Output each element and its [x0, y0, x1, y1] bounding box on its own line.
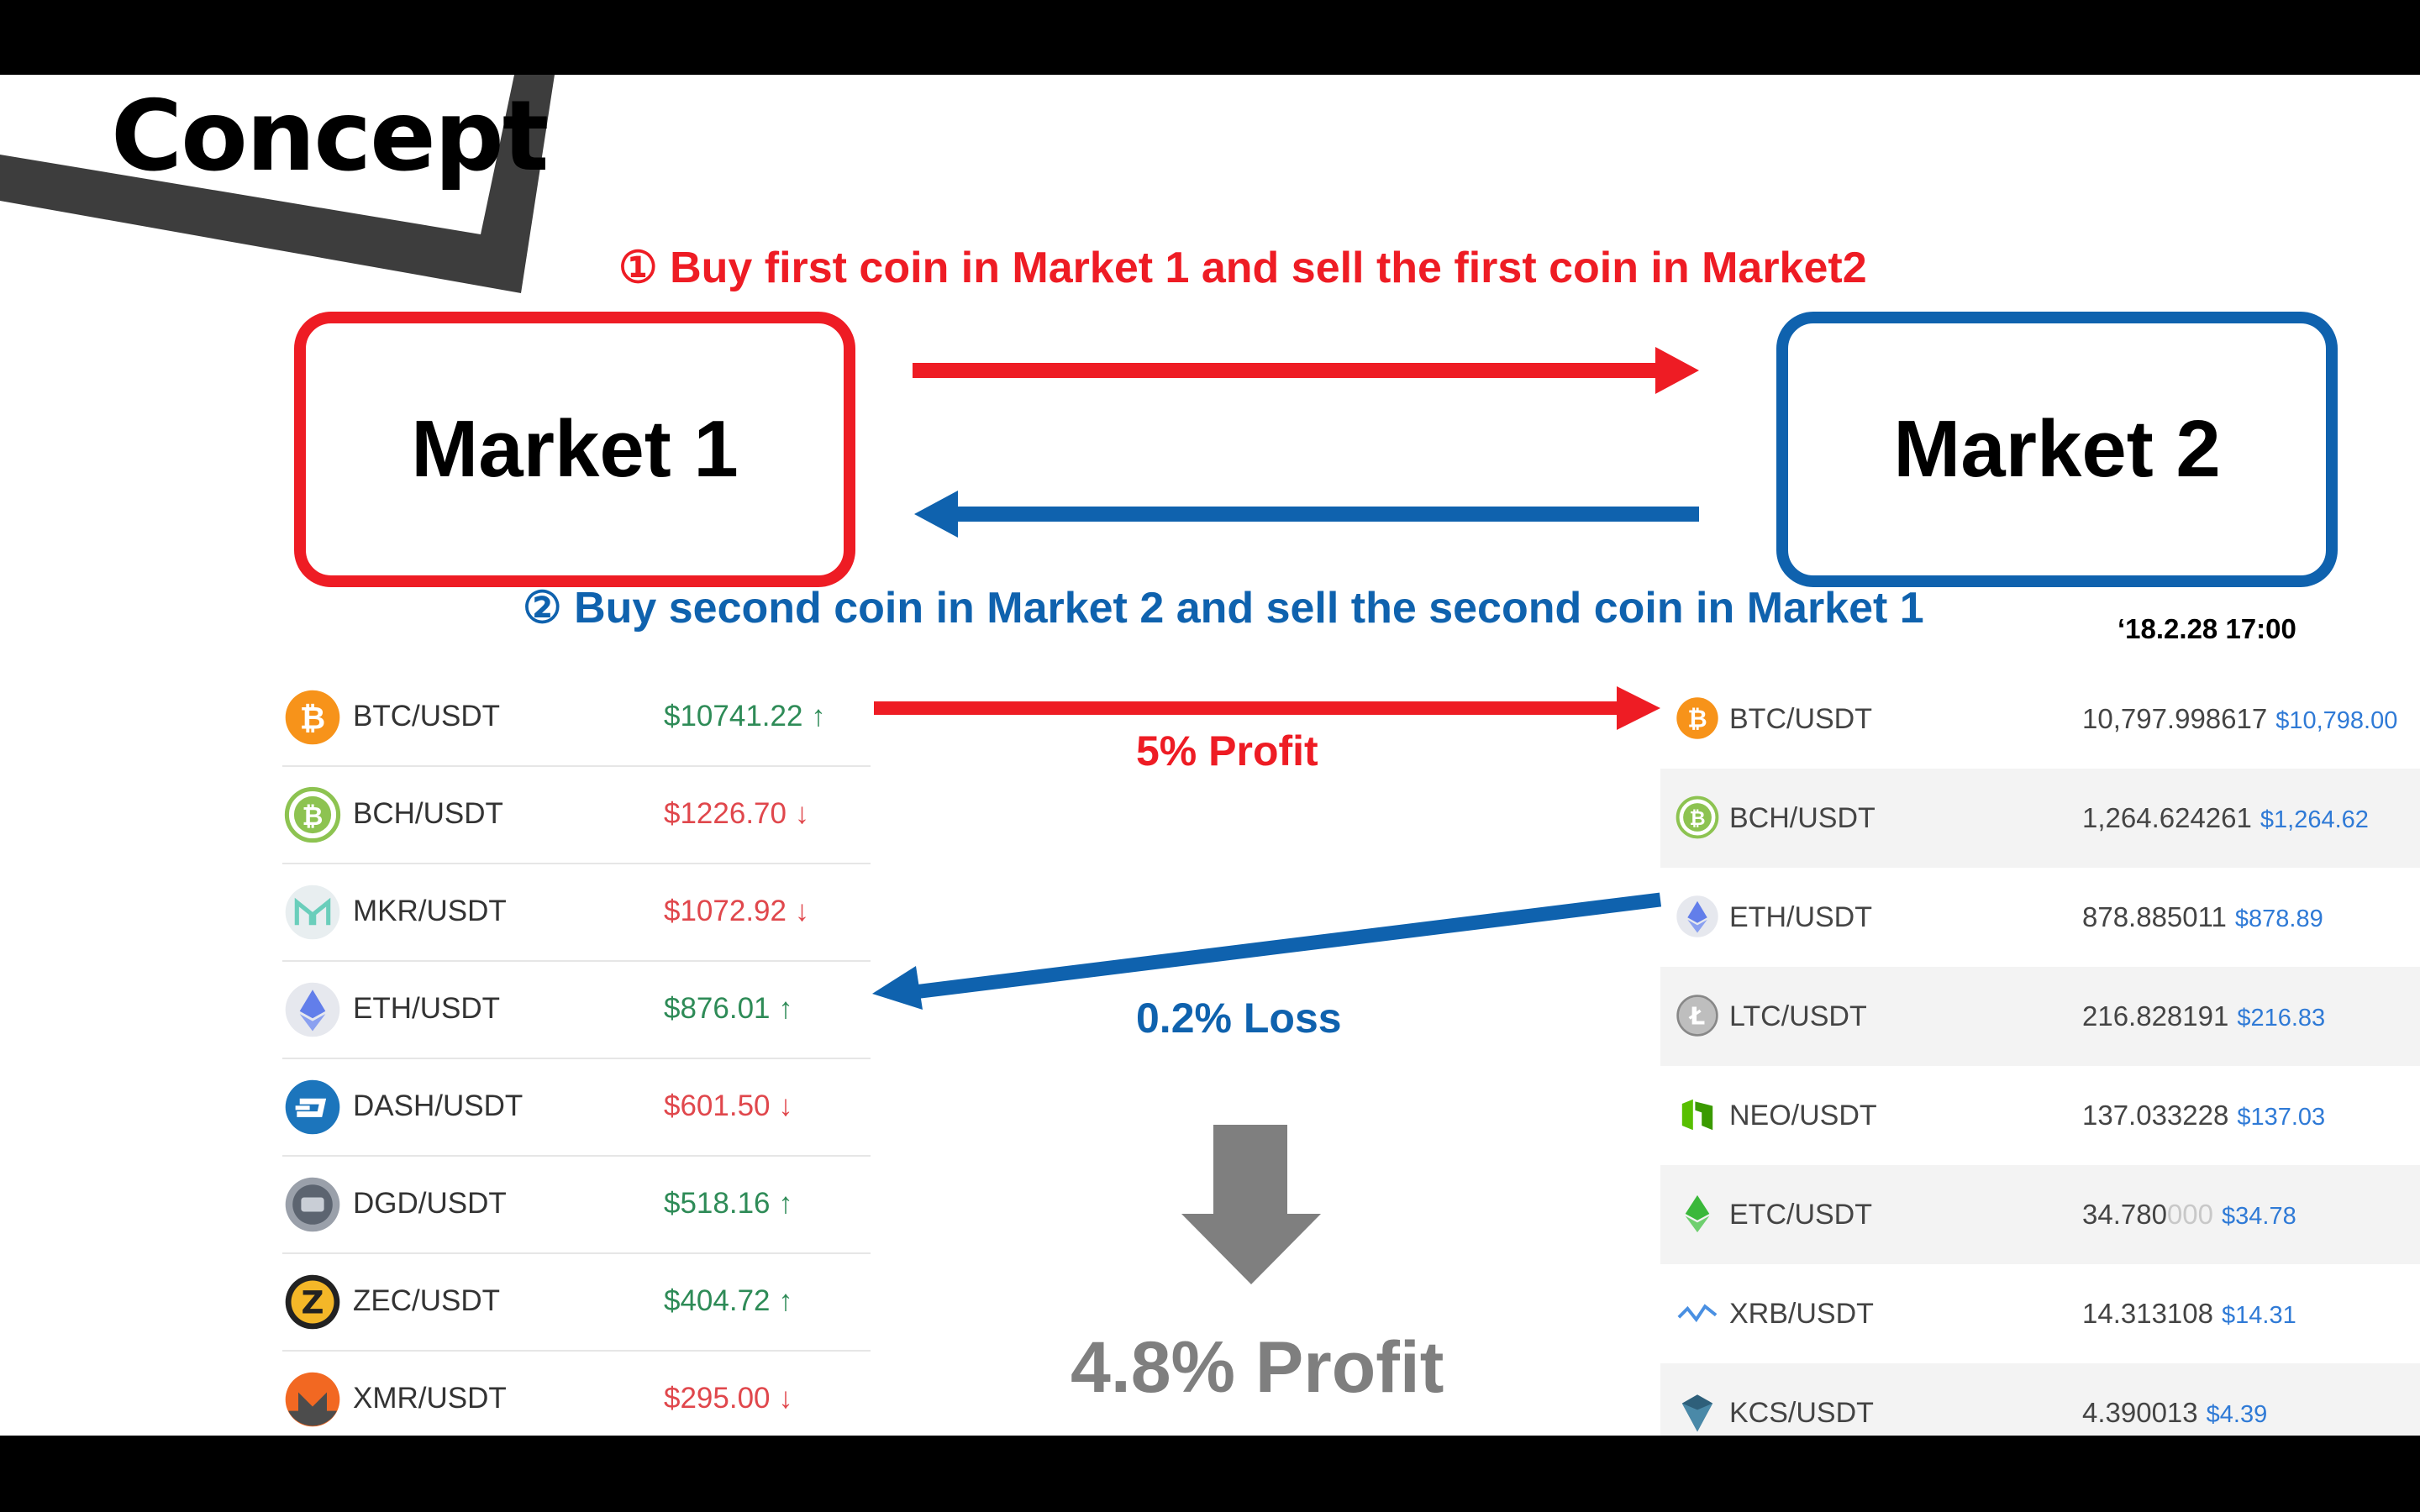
market-2-row: ETH/USDT 878.885011 $878.89: [1660, 868, 2420, 967]
pair-label: BTC/USDT: [1729, 703, 1872, 735]
market-2-row: ₿ BCH/USDT 1,264.624261 $1,264.62: [1660, 769, 2420, 868]
trend-arrow-icon: ↑: [811, 700, 826, 732]
usd-value: $137.03: [2237, 1104, 2326, 1131]
litecoin-icon: Ł: [1676, 994, 1719, 1037]
bitcoin-icon: ₿: [1676, 696, 1719, 740]
market-1-row: ₿ BTC/USDT $10741.22 ↑: [282, 669, 871, 767]
ethereum-icon: [284, 981, 341, 1038]
arrow-market1-to-market2: [913, 347, 1699, 394]
price-value: $295.00 ↓: [664, 1382, 793, 1415]
monero-icon: [284, 1371, 341, 1428]
maker-icon: [284, 884, 341, 941]
trend-arrow-icon: ↑: [778, 1187, 793, 1220]
svg-text:₿: ₿: [302, 802, 324, 832]
price-value: 34.780000 $34.78: [2082, 1199, 2296, 1230]
result-label: 4.8% Profit: [1071, 1327, 1444, 1408]
price-value: $518.16 ↑: [664, 1187, 793, 1220]
loss-label: 0.2% Loss: [1136, 995, 1342, 1042]
trend-arrow-icon: ↓: [778, 1382, 793, 1415]
bitcoin-cash-icon: ₿: [1676, 795, 1719, 839]
market-1-row: MKR/USDT $1072.92 ↓: [282, 864, 871, 962]
market-2-row: XRB/USDT 14.313108 $14.31: [1660, 1264, 2420, 1363]
result-down-arrow: [1181, 1125, 1321, 1284]
usd-value: $4.39: [2206, 1401, 2268, 1428]
usd-value: $10,798.00: [2275, 707, 2398, 734]
price-value: 10,797.998617 $10,798.00: [2082, 703, 2398, 734]
pair-label: XMR/USDT: [353, 1382, 507, 1415]
price-value: 878.885011 $878.89: [2082, 901, 2323, 932]
ethereum-classic-icon: [1676, 1192, 1719, 1236]
market-1-price-table: ₿ BTC/USDT $10741.22 ↑ ₿ BCH/USDT $1226.70 ↓ M…: [282, 669, 871, 1436]
trend-arrow-icon: ↓: [778, 1089, 793, 1122]
price-value: 14.313108 $14.31: [2082, 1298, 2296, 1329]
market-1-row: DGD/USDT $518.16 ↑: [282, 1157, 871, 1254]
market-1-row: ₿ BCH/USDT $1226.70 ↓: [282, 767, 871, 864]
dash-icon: [284, 1079, 341, 1136]
svg-text:Z: Z: [301, 1284, 324, 1321]
market-2-row: Ł LTC/USDT 216.828191 $216.83: [1660, 967, 2420, 1066]
pair-label: DASH/USDT: [353, 1089, 523, 1122]
arrow-market2-to-market1: [914, 491, 1699, 538]
usd-value: $1,264.62: [2260, 806, 2369, 833]
price-value: 1,264.624261 $1,264.62: [2082, 802, 2369, 833]
bitcoin-cash-icon: ₿: [284, 786, 341, 843]
pair-label: XRB/USDT: [1729, 1298, 1874, 1330]
usd-value: $14.31: [2222, 1302, 2296, 1329]
pair-label: LTC/USDT: [1729, 1000, 1867, 1032]
svg-text:₿: ₿: [1687, 704, 1707, 732]
trend-arrow-icon: ↓: [794, 797, 810, 830]
market-2-row: ₿ BTC/USDT 10,797.998617 $10,798.00: [1660, 669, 2420, 769]
zcash-icon: Z: [284, 1273, 341, 1331]
price-value: $404.72 ↑: [664, 1284, 793, 1317]
price-value: 137.033228 $137.03: [2082, 1100, 2326, 1131]
neo-icon: [1676, 1093, 1719, 1137]
price-value: $1072.92 ↓: [664, 895, 810, 927]
btc-profit-arrow: [874, 686, 1660, 730]
price-value: 216.828191 $216.83: [2082, 1000, 2326, 1032]
raiblocks-icon: [1676, 1291, 1719, 1335]
pair-label: ETH/USDT: [353, 992, 500, 1025]
svg-text:Ł: Ł: [1688, 1001, 1705, 1030]
profit-label: 5% Profit: [1136, 727, 1318, 774]
pair-label: NEO/USDT: [1729, 1100, 1877, 1131]
digixdao-icon: [284, 1176, 341, 1233]
pair-label: BCH/USDT: [1729, 802, 1876, 834]
pair-label: ETC/USDT: [1729, 1199, 1872, 1231]
pair-label: BTC/USDT: [353, 700, 500, 732]
price-value: $876.01 ↑: [664, 992, 793, 1025]
price-value: $1226.70 ↓: [664, 797, 810, 830]
kucoin-icon: [1676, 1390, 1719, 1434]
pair-label: KCS/USDT: [1729, 1397, 1874, 1429]
pair-label: DGD/USDT: [353, 1187, 507, 1220]
market-2-row: NEO/USDT 137.033228 $137.03: [1660, 1066, 2420, 1165]
usd-value: $34.78: [2222, 1203, 2296, 1230]
slide: Concept ① Buy first coin in Market 1 and…: [0, 75, 2420, 1436]
price-value: $10741.22 ↑: [664, 700, 826, 732]
trend-arrow-icon: ↑: [778, 1284, 793, 1317]
market-2-price-table: ₿ BTC/USDT 10,797.998617 $10,798.00 ₿ BCH/USD…: [1660, 669, 2420, 1436]
price-value: 4.390013 $4.39: [2082, 1397, 2268, 1428]
market-2-row: ETC/USDT 34.780000 $34.78: [1660, 1165, 2420, 1264]
svg-text:₿: ₿: [1689, 806, 1705, 830]
market-1-row: DASH/USDT $601.50 ↓: [282, 1059, 871, 1157]
market-1-row: XMR/USDT $295.00 ↓: [282, 1352, 871, 1436]
trend-arrow-icon: ↓: [794, 895, 810, 927]
pair-label: ETH/USDT: [1729, 901, 1872, 933]
ethereum-icon: [1676, 895, 1719, 938]
usd-value: $878.89: [2234, 906, 2323, 932]
market-1-row: ETH/USDT $876.01 ↑: [282, 962, 871, 1059]
pair-label: MKR/USDT: [353, 895, 507, 927]
trend-arrow-icon: ↑: [778, 992, 793, 1025]
pair-label: ZEC/USDT: [353, 1284, 500, 1317]
price-value: $601.50 ↓: [664, 1089, 793, 1122]
svg-text:₿: ₿: [300, 700, 325, 737]
usd-value: $216.83: [2237, 1005, 2326, 1032]
market-2-row: KCS/USDT 4.390013 $4.39: [1660, 1363, 2420, 1436]
market-1-row: Z ZEC/USDT $404.72 ↑: [282, 1254, 871, 1352]
bitcoin-icon: ₿: [284, 689, 341, 746]
pair-label: BCH/USDT: [353, 797, 503, 830]
